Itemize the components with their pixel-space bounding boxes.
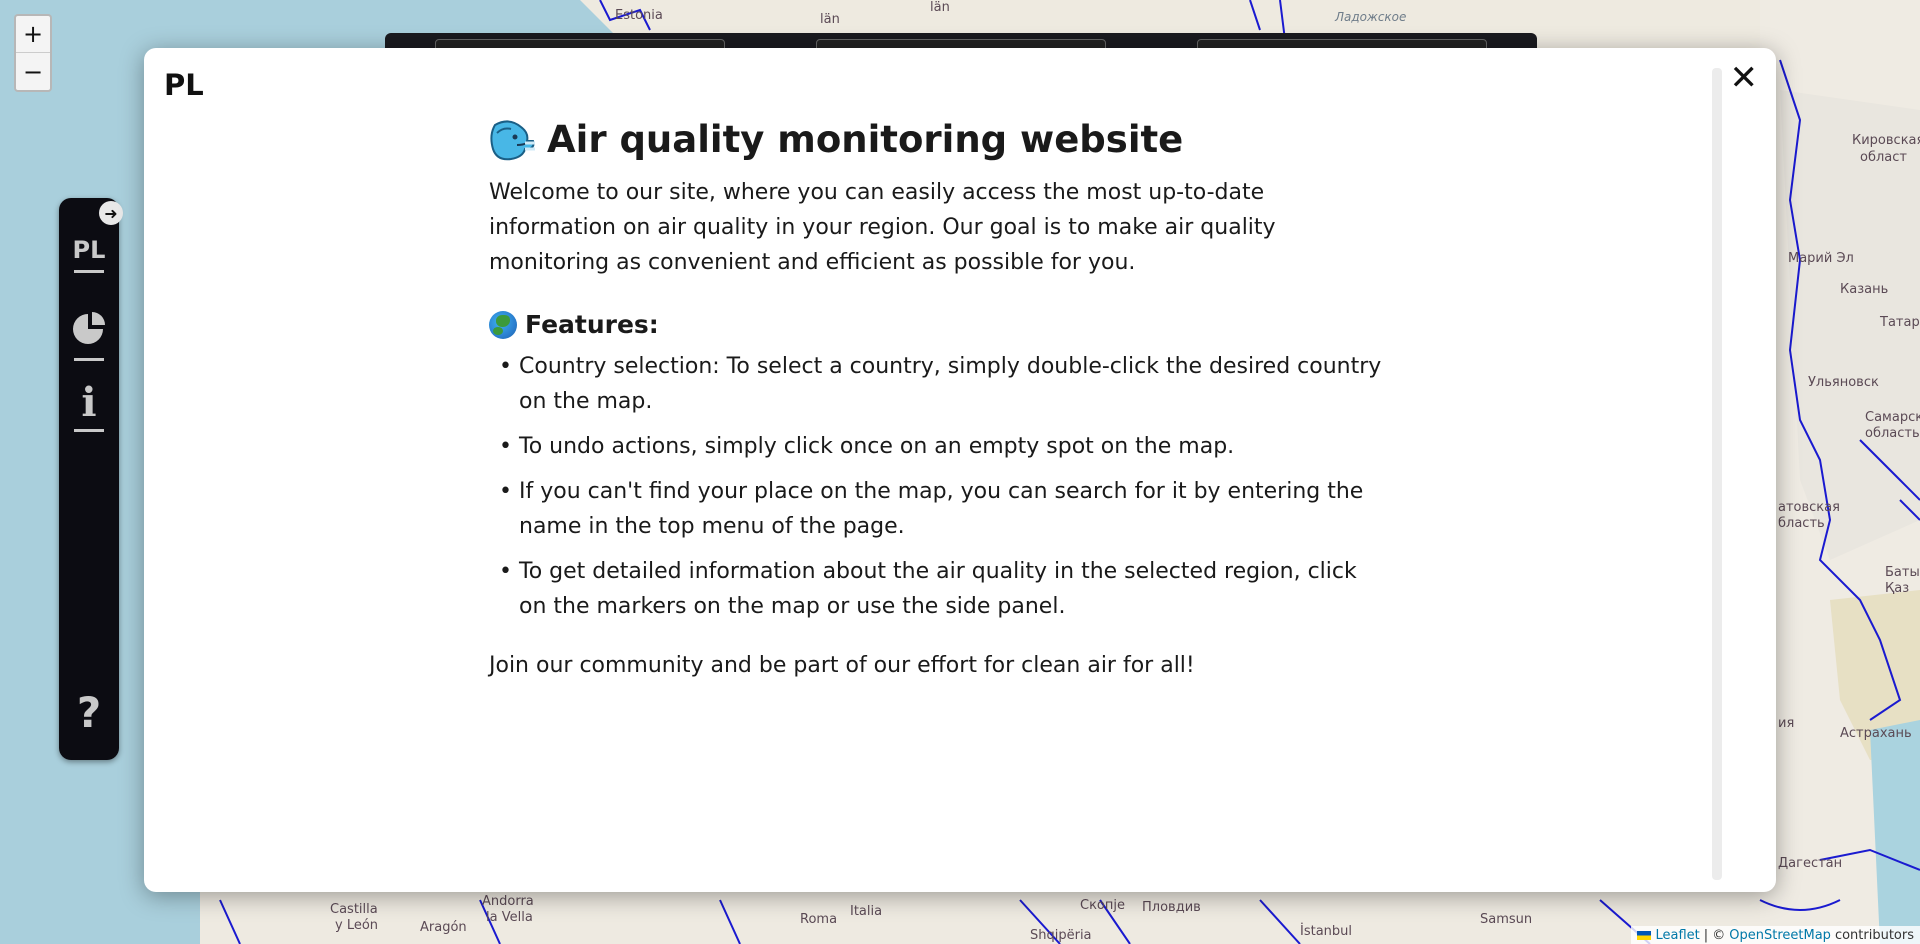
zoom-control: + − [14,14,52,92]
map-label: Қаз [1885,581,1910,596]
close-icon[interactable]: ✕ [1730,58,1759,98]
leaflet-link[interactable]: Leaflet [1655,928,1699,943]
map-label: y León [335,918,379,933]
map-label: Марий Эл [1788,251,1854,266]
map-label: la Vella [486,910,533,925]
map-label: область [1865,426,1920,441]
wind-face-icon [490,120,535,160]
map-label: Italia [850,904,883,919]
help-button[interactable]: ? [71,688,107,737]
bullet: • [499,434,512,459]
language-button[interactable]: PL [71,236,107,273]
map-label: Скопје [1080,898,1125,913]
map-label: Samsun [1480,912,1533,927]
map-label: ия [1778,716,1795,731]
feature-text: If you can't find your place on the map,… [519,479,1364,539]
map-label: Castilla [330,902,378,917]
map-attribution: Leaflet | © OpenStreetMap contributors [1631,926,1920,944]
map-label: İstanbul [1300,924,1353,939]
features-list: • Country selection: To select a country,… [489,349,1389,624]
modal-closing-text: Join our community and be part of our ef… [489,653,1195,678]
side-panel: ➜ PL i ? [59,198,123,760]
help-icon: ? [76,688,102,737]
map-label: Estonia [615,8,663,23]
feature-text: To undo actions, simply click once on an… [519,434,1235,459]
map-label: Andorra [482,894,534,909]
features-heading-text: Features: [525,310,659,339]
modal-intro: Welcome to our site, where you can easil… [489,180,1276,275]
map-label: Пловдив [1142,900,1201,915]
map-label: Астрахань [1840,726,1912,741]
modal-title: Air quality monitoring website [489,118,1389,161]
divider [74,358,104,361]
info-modal: PL ✕ Air quality monitoring website Welc… [144,48,1776,892]
map-label: Кировская [1852,133,1920,148]
feature-text: To get detailed information about the ai… [519,559,1357,619]
divider [74,429,104,432]
map-label: Aragón [420,920,467,935]
modal-language-label[interactable]: PL [164,68,204,102]
zoom-out-button[interactable]: − [16,53,50,90]
map-label: Shqipëria [1030,928,1092,943]
modal-content: Air quality monitoring website Welcome t… [489,118,1389,683]
zoom-in-button[interactable]: + [16,16,50,53]
map-label: län [820,12,840,27]
map-label: Татарс [1880,315,1920,330]
info-icon: i [81,379,97,426]
attribution-separator: | © [1703,927,1726,943]
attribution-contributors: contributors [1834,927,1914,943]
map-label: Ладожское [1335,10,1407,24]
bullet: • [499,479,512,504]
list-item: • To undo actions, simply click once on a… [499,429,1389,464]
ukraine-flag-icon [1637,930,1652,940]
divider [74,270,104,273]
list-item: • To get detailed information about the a… [499,554,1389,624]
modal-title-text: Air quality monitoring website [547,118,1184,161]
map-label: Батыс [1885,565,1920,580]
list-item: • Country selection: To select a country,… [499,349,1389,419]
map-label: län [930,0,950,15]
map-label: Казань [1840,282,1889,297]
features-heading: Features: [489,310,1389,339]
statistics-button[interactable] [71,310,107,361]
bullet: • [499,559,512,584]
map-label: Roma [800,912,838,927]
map-label: Дагестан [1778,856,1843,871]
osm-link[interactable]: OpenStreetMap [1729,928,1831,943]
list-item: • If you can't find your place on the map… [499,474,1389,544]
info-button[interactable]: i [71,383,107,432]
map-label: Самарск [1865,410,1920,425]
bullet: • [499,354,512,379]
map-label: атовская [1778,500,1840,515]
map-label: област [1860,150,1907,165]
map-label: бласть [1778,516,1825,531]
feature-text: Country selection: To select a country, … [519,354,1382,414]
language-label: PL [72,236,106,264]
pie-chart-icon [73,312,105,344]
map-label: Ульяновск [1808,375,1879,390]
modal-scrollbar[interactable] [1712,68,1722,880]
globe-icon [489,310,517,339]
expand-panel-icon[interactable]: ➜ [99,201,123,225]
